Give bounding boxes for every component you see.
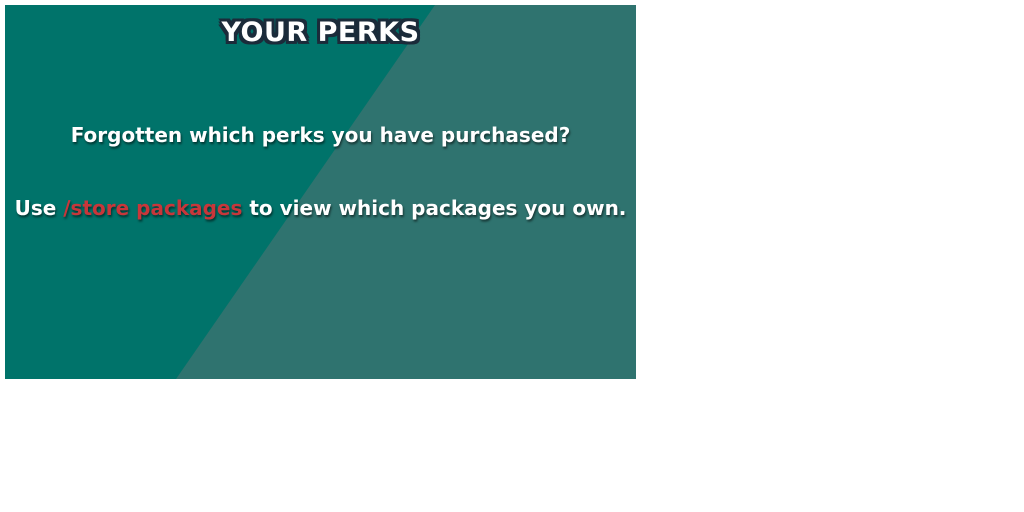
store-packages-command: /store packages bbox=[63, 196, 243, 220]
instruction-prefix: Use bbox=[14, 196, 64, 220]
panel-title: YOUR PERKS bbox=[221, 17, 420, 48]
perks-instruction-text: Use /store packages to view which packag… bbox=[5, 196, 636, 220]
perks-panel: YOUR PERKS Forgotten which perks you hav… bbox=[5, 5, 636, 379]
panel-diagonal-background bbox=[5, 5, 435, 379]
perks-question-text: Forgotten which perks you have purchased… bbox=[70, 123, 571, 147]
instruction-suffix: to view which packages you own. bbox=[242, 196, 627, 220]
